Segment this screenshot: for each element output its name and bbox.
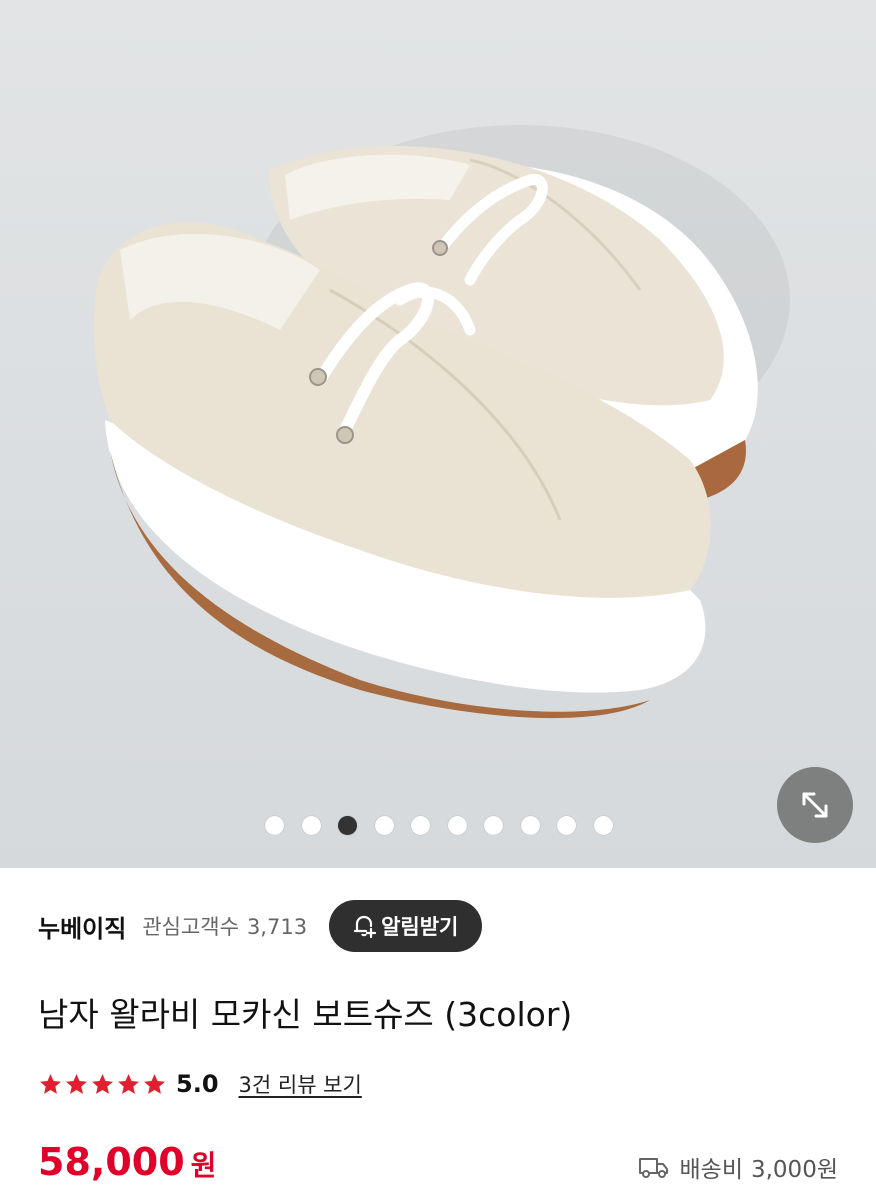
carousel-dot[interactable] (374, 816, 394, 835)
notification-subscribe-button[interactable]: 알림받기 (329, 900, 483, 952)
view-reviews-link[interactable]: 3건 리뷰 보기 (239, 1069, 362, 1099)
star-icon (144, 1073, 165, 1094)
carousel-dot[interactable] (338, 816, 357, 835)
shipping-value: 3,000원 (750, 1157, 838, 1183)
carousel-dot[interactable] (557, 816, 576, 835)
price-unit: 원 (190, 1149, 217, 1182)
carousel-dot[interactable] (520, 816, 540, 835)
carousel-dot[interactable] (301, 816, 321, 835)
rating-stars (38, 1072, 168, 1097)
carousel-dot[interactable] (411, 816, 430, 835)
price-amount: 58,000 (38, 1140, 185, 1184)
carousel-dot[interactable] (593, 816, 613, 835)
fans-label: 관심고객수 (142, 915, 239, 939)
carousel-dot[interactable] (447, 816, 467, 835)
fans-count: 관심고객수 3,713 (142, 911, 307, 941)
price: 58,000 원 (38, 1140, 216, 1184)
bell-plus-icon (353, 915, 377, 939)
shipping-label: 배송비 (679, 1157, 743, 1183)
carousel-dot[interactable] (265, 816, 284, 835)
star-icon (92, 1073, 113, 1094)
rating-score: 5.0 (176, 1070, 219, 1098)
product-photo (93, 125, 790, 719)
product-image-carousel[interactable] (0, 0, 876, 868)
star-icon (118, 1073, 139, 1094)
alarm-button-label: 알림받기 (381, 915, 459, 939)
product-title: 남자 왈라비 모카신 보트슈즈 (3color) (38, 995, 573, 1034)
fans-number: 3,713 (246, 915, 308, 939)
shipping-fee: 배송비 3,000원 (638, 1150, 838, 1184)
seller-info: 누베이직 관심고객수 3,713 알림받기 (38, 900, 838, 952)
delivery-truck-icon (638, 1158, 668, 1178)
star-icon (40, 1073, 61, 1094)
star-icon (66, 1073, 87, 1094)
carousel-indicator (0, 814, 876, 838)
seller-name[interactable]: 누베이직 (38, 909, 126, 944)
rating-summary: 5.0 3건 리뷰 보기 (38, 1064, 362, 1104)
carousel-dot[interactable] (484, 816, 503, 835)
